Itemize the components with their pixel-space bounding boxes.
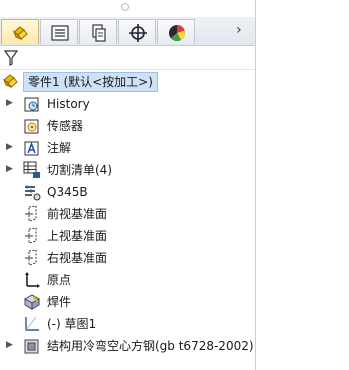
tree-item-label: 注解: [47, 141, 72, 155]
structural-member-icon: [24, 339, 39, 354]
weldment-icon: [23, 294, 41, 310]
tree-item-weldment[interactable]: 焊件: [0, 291, 253, 313]
tab-dimxpert-manager[interactable]: [118, 19, 156, 44]
panel-grip[interactable]: [121, 3, 129, 11]
tree-item-material[interactable]: Q345B: [0, 181, 253, 203]
tree-item-annotations[interactable]: ▶ 注解: [0, 137, 253, 159]
tree-item-label: (-) 草图1: [47, 317, 97, 331]
plane-icon: [25, 205, 37, 222]
sketch-icon: [25, 316, 39, 331]
tab-display-manager[interactable]: [157, 19, 195, 44]
tree-item-sensors[interactable]: 传感器: [0, 115, 253, 137]
root-part-label[interactable]: 零件1 (默认<按加工>): [23, 72, 158, 92]
tree-item-label: 右视基准面: [47, 251, 108, 265]
expand-arrow-icon[interactable]: ▶: [6, 164, 14, 176]
tab-configuration-manager[interactable]: [79, 19, 117, 44]
plane-icon: [25, 249, 37, 266]
feature-manager-icon: [12, 26, 28, 41]
tree-item-origin[interactable]: 原点: [0, 269, 253, 291]
tree-item-front-plane[interactable]: 前视基准面: [0, 203, 253, 225]
tab-property-manager[interactable]: [40, 19, 78, 44]
expand-arrow-icon[interactable]: ▶: [6, 340, 14, 352]
expand-arrow-icon[interactable]: ▶: [6, 142, 14, 154]
display-manager-icon: [169, 25, 185, 41]
dimxpert-icon: [129, 24, 147, 42]
sensor-icon: [24, 119, 39, 134]
tree-root-part[interactable]: 零件1 (默认<按加工>): [2, 71, 252, 92]
tree-item-label: 前视基准面: [47, 207, 108, 221]
tree-item-label: 上视基准面: [47, 229, 108, 243]
tree-item-history[interactable]: ▶ History: [0, 93, 253, 115]
filter-icon[interactable]: [4, 50, 18, 66]
tree-item-sketch[interactable]: (-) 草图1: [0, 313, 253, 335]
feature-manager-panel: › 零件1 (默认<按加工>) ▶ History 传感器 ▶ 注解 ▶ 切割清…: [0, 0, 255, 370]
tree-item-label: 原点: [47, 273, 72, 287]
tree-item-label: 切割清单(4): [47, 163, 112, 177]
tree-item-right-plane[interactable]: 右视基准面: [0, 247, 253, 269]
property-manager-icon: [51, 25, 69, 41]
material-icon: [25, 185, 41, 201]
tree-item-label: 结构用冷弯空心方钢(gb t6728-2002): [47, 339, 254, 353]
manager-tab-strip: ›: [0, 17, 255, 46]
tree-item-label: 传感器: [47, 119, 84, 133]
origin-icon: [25, 272, 40, 288]
tab-scroll-right-icon[interactable]: ›: [236, 22, 250, 40]
expand-arrow-icon[interactable]: ▶: [6, 98, 14, 110]
tree-item-label: History: [47, 97, 90, 111]
tab-feature-manager[interactable]: [1, 19, 39, 44]
annotation-icon: [24, 141, 39, 156]
plane-icon: [25, 227, 37, 244]
tree-item-label: Q345B: [47, 185, 88, 199]
tree-item-top-plane[interactable]: 上视基准面: [0, 225, 253, 247]
tree-filter-bar[interactable]: [0, 46, 255, 70]
cut-list-icon: [23, 161, 40, 178]
tree-item-structural-member[interactable]: ▶ 结构用冷弯空心方钢(gb t6728-2002): [0, 335, 254, 357]
part-icon: [2, 74, 18, 89]
tree-item-label: 焊件: [47, 295, 72, 309]
configuration-manager-icon: [92, 24, 106, 42]
history-icon: [24, 97, 39, 112]
tree-item-cut-list[interactable]: ▶ 切割清单(4): [0, 159, 253, 181]
graphics-area[interactable]: [256, 0, 349, 370]
